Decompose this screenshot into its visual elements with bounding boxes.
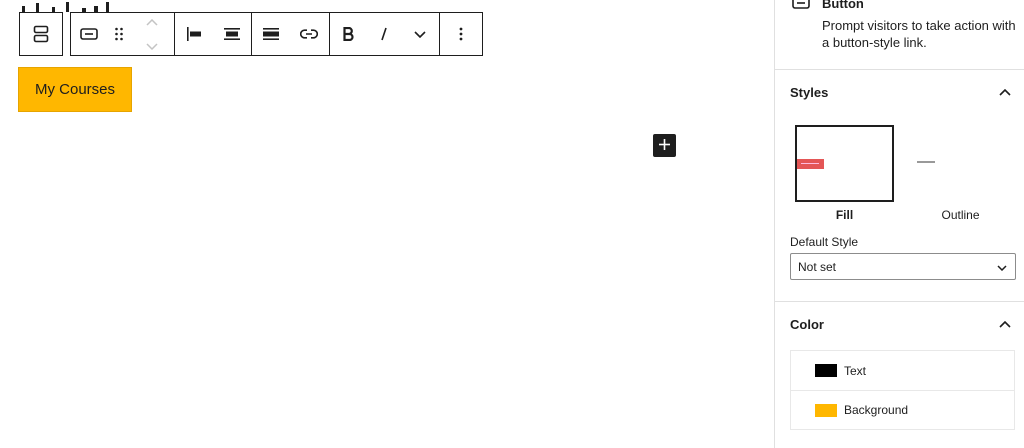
previous-block-peek xyxy=(22,0,122,12)
style-option-label: Fill xyxy=(835,208,854,222)
block-options-button[interactable] xyxy=(440,13,482,55)
italic-icon xyxy=(380,27,388,41)
color-panel-title: Color xyxy=(790,316,824,332)
more-rich-text-button[interactable] xyxy=(402,13,438,55)
drag-handle-icon xyxy=(115,27,123,41)
block-card-title: Button xyxy=(822,0,864,11)
toolbar-group-block xyxy=(70,12,175,56)
italic-button[interactable] xyxy=(366,13,402,55)
drag-handle[interactable] xyxy=(107,13,131,55)
block-switcher-button[interactable] xyxy=(71,13,107,55)
color-settings-list: Text Background xyxy=(790,350,1015,430)
block-card-description: Prompt visitors to take action with a bu… xyxy=(822,18,1016,50)
justify-center-button[interactable] xyxy=(213,13,251,55)
button-block-icon xyxy=(792,0,810,14)
buttons-block-icon xyxy=(33,25,49,43)
plus-icon xyxy=(659,137,670,155)
chevron-up-icon xyxy=(999,83,1011,101)
style-option-fill[interactable]: Fill xyxy=(795,125,894,225)
color-panel-toggle[interactable]: Color xyxy=(775,302,1024,346)
block-inserter-button[interactable] xyxy=(653,134,676,157)
styles-panel: Styles Fill Outline Default Style Not se… xyxy=(775,70,1024,302)
style-preview-fill xyxy=(795,125,894,202)
style-option-outline[interactable]: Outline xyxy=(911,125,1010,225)
styles-panel-title: Styles xyxy=(790,84,829,100)
options-icon xyxy=(459,27,463,41)
block-card: Button Prompt visitors to take action wi… xyxy=(775,0,1024,70)
color-item-background[interactable]: Background xyxy=(791,390,1014,429)
toolbar-group-align-link xyxy=(251,12,330,56)
course-button-block[interactable]: My Courses xyxy=(18,67,132,112)
chevron-up-icon xyxy=(999,315,1011,333)
justify-left-button[interactable] xyxy=(175,13,213,55)
toolbar-group-parent xyxy=(19,12,63,56)
justify-center-icon xyxy=(224,27,240,41)
bold-button[interactable] xyxy=(330,13,366,55)
default-style-select[interactable]: Not set xyxy=(790,253,1016,280)
editor-canvas: My Courses xyxy=(0,0,774,448)
bold-icon xyxy=(342,27,354,41)
styles-panel-toggle[interactable]: Styles xyxy=(775,70,1024,114)
settings-sidebar: Button Prompt visitors to take action wi… xyxy=(774,0,1024,448)
color-panel: Color Text Background xyxy=(775,302,1024,448)
text-color-swatch xyxy=(815,364,837,377)
color-item-text[interactable]: Text xyxy=(791,351,1014,390)
default-style-label: Default Style xyxy=(790,235,859,249)
toolbar-group-format xyxy=(329,12,440,56)
justify-left-icon xyxy=(186,27,202,41)
link-button[interactable] xyxy=(290,13,328,55)
more-rich-text-icon xyxy=(414,30,426,38)
style-option-label: Outline xyxy=(941,208,980,222)
default-style-value: Not set xyxy=(798,259,837,274)
course-button-text[interactable]: My Courses xyxy=(35,81,115,98)
toolbar-group-justify xyxy=(174,12,252,56)
background-color-swatch xyxy=(815,403,837,417)
color-item-label: Background xyxy=(844,403,909,417)
align-wide-icon xyxy=(263,27,279,41)
button-block-icon xyxy=(80,28,98,40)
toolbar-group-options xyxy=(439,12,483,56)
color-item-label: Text xyxy=(844,363,867,378)
style-preview-outline xyxy=(911,125,1010,202)
chevron-down-icon xyxy=(997,260,1007,274)
align-button[interactable] xyxy=(252,13,290,55)
move-up-icon[interactable] xyxy=(146,13,158,31)
block-toolbar xyxy=(19,12,483,56)
select-parent-button[interactable] xyxy=(20,13,62,55)
link-icon xyxy=(300,29,318,39)
move-down-icon[interactable] xyxy=(146,37,158,55)
